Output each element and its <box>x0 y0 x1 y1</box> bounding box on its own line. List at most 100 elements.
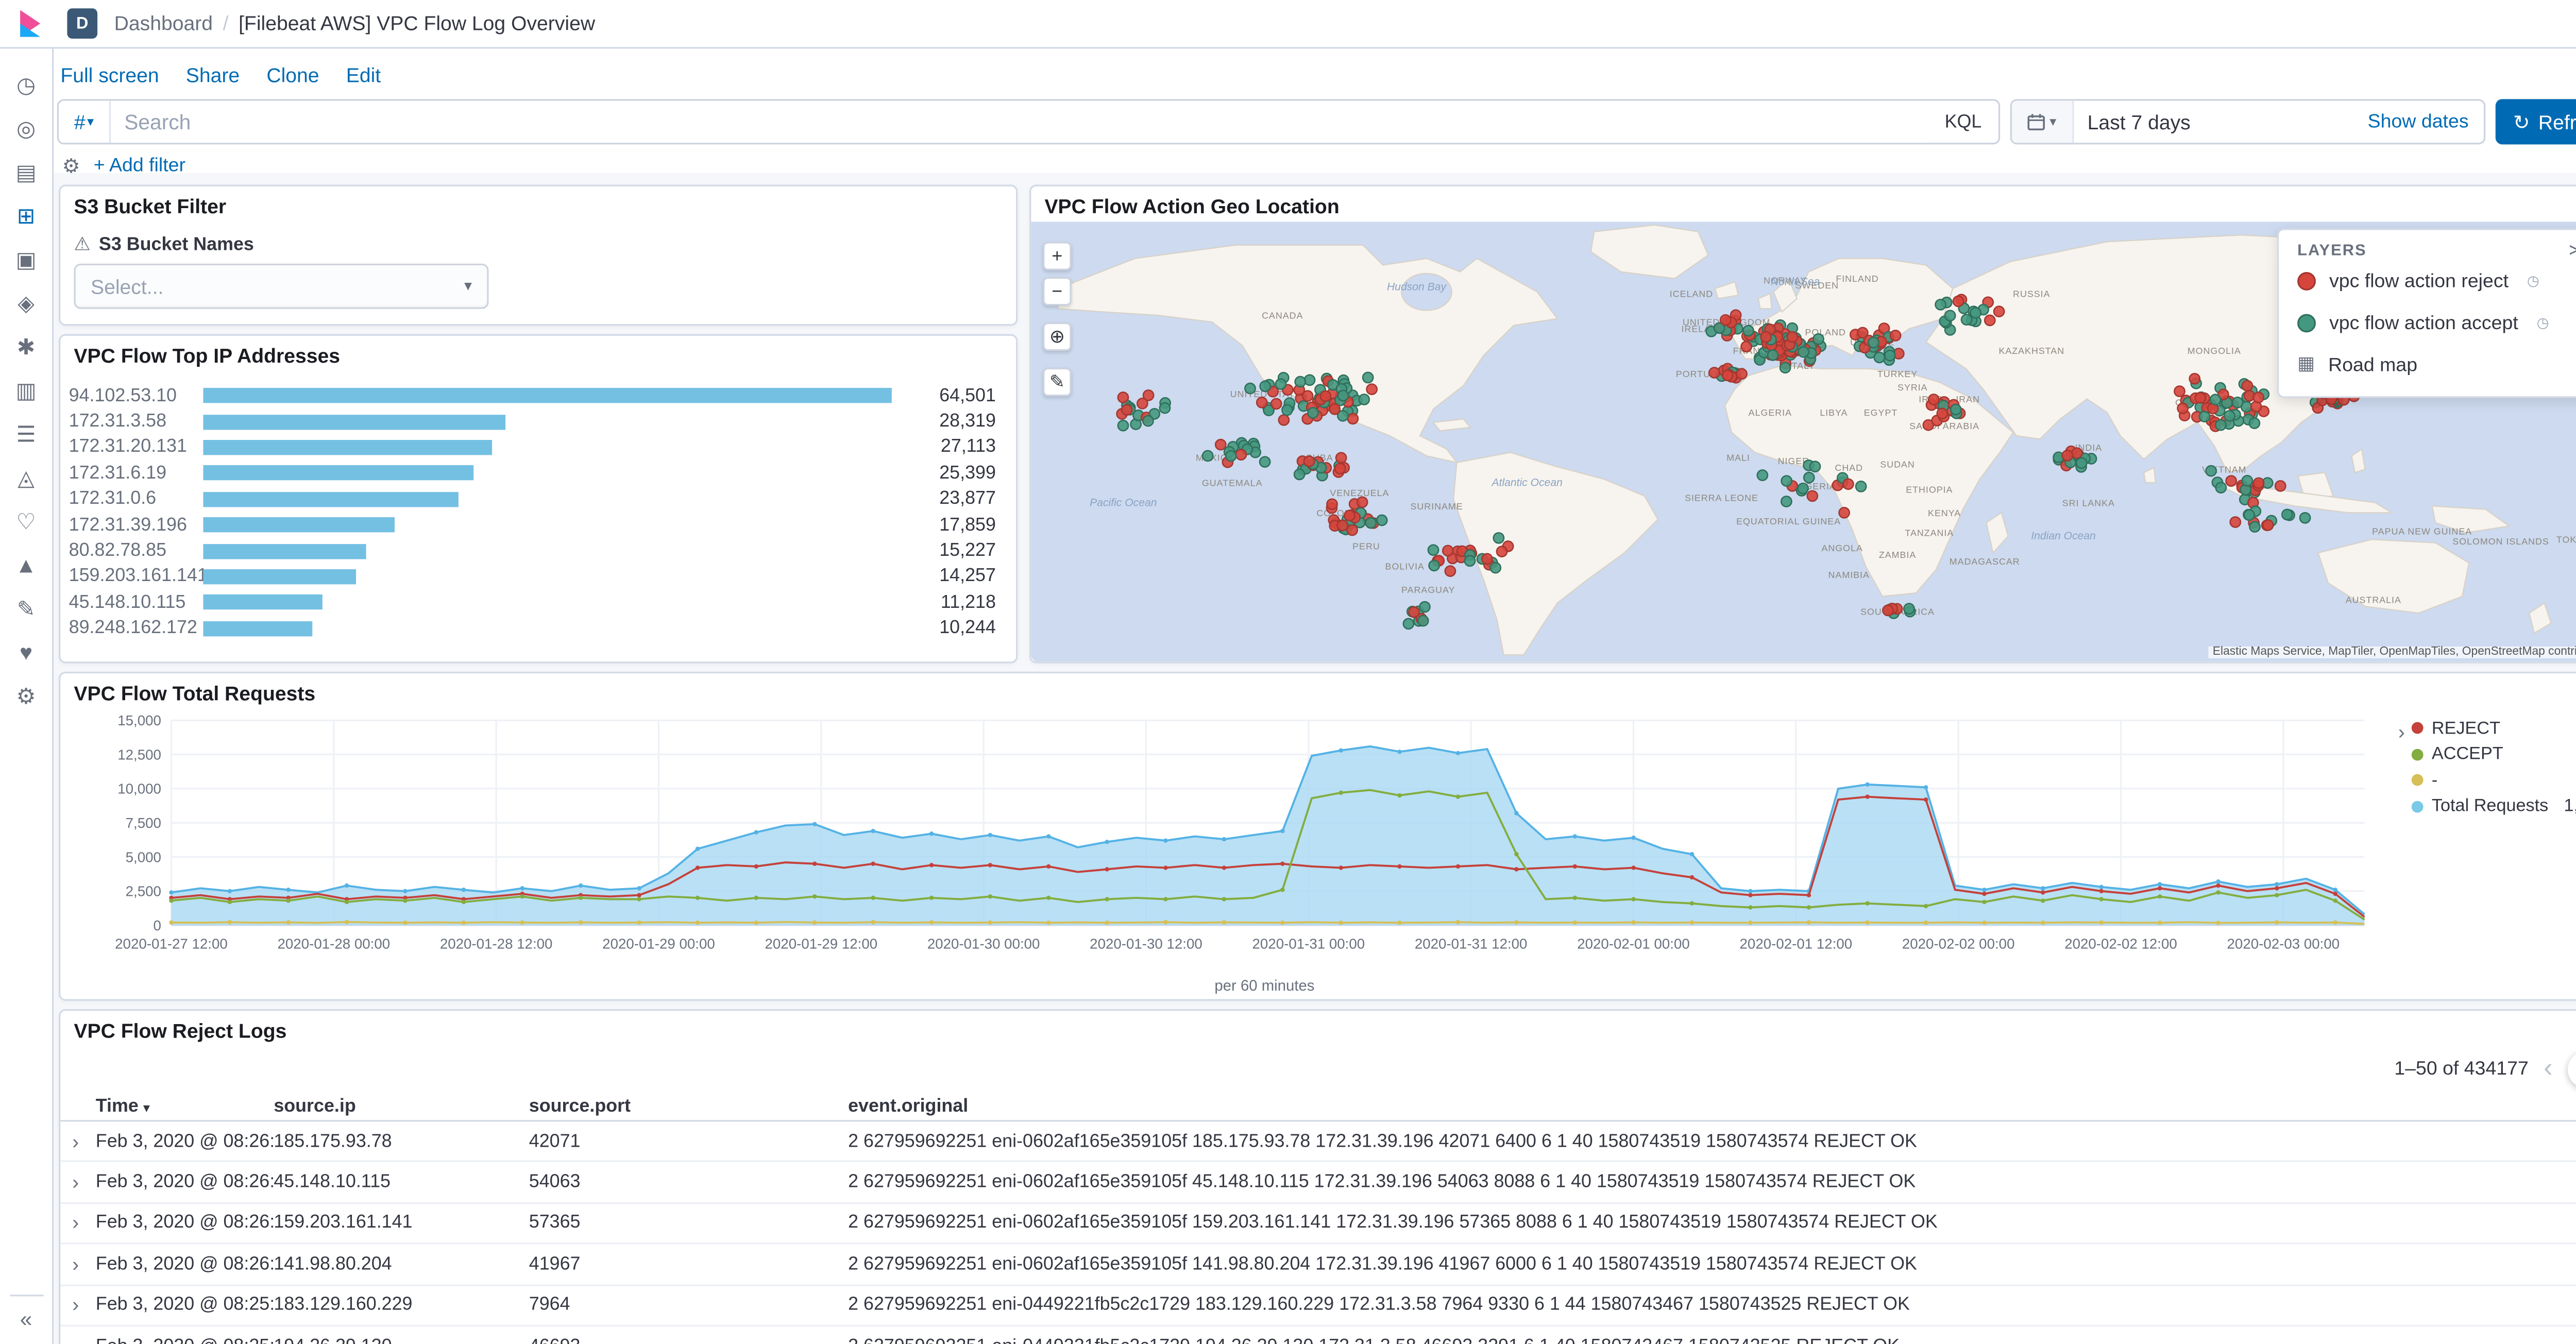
chevron-right-icon[interactable]: › <box>2567 1051 2576 1088</box>
expand-row-icon[interactable]: › <box>69 1170 96 1194</box>
top-ip-row[interactable]: 159.203.161.141 14,257 <box>60 564 1016 589</box>
panel-title: VPC Flow Reject Logs <box>74 1019 287 1043</box>
bar-track <box>203 569 891 585</box>
search-input[interactable] <box>111 100 1928 143</box>
timeseries-chart[interactable]: 2020-01-27 12:00 2020-01-28 00:00 2020-01-… <box>64 704 2421 969</box>
machine-learning-nav-icon[interactable]: ✱ <box>13 334 39 360</box>
column-header-source-ip[interactable]: source.ip <box>274 1096 529 1116</box>
table-row[interactable]: ›Feb 3, 2020 @ 08:26:14.000185.175.93.78… <box>60 1121 2576 1161</box>
expand-row-icon[interactable]: › <box>69 1334 96 1344</box>
top-ip-row[interactable]: 94.102.53.10 64,501 <box>60 383 1016 409</box>
chevron-left-icon[interactable]: ‹ <box>2544 1056 2552 1083</box>
legend-collapse-icon[interactable]: › <box>2398 720 2405 744</box>
table-row[interactable]: ›Feb 3, 2020 @ 08:26:14.000141.98.80.204… <box>60 1243 2576 1284</box>
canvas-nav-icon[interactable]: ▣ <box>13 247 39 272</box>
top-ip-row[interactable]: 172.31.3.58 28,319 <box>60 409 1016 434</box>
top-ip-row[interactable]: 172.31.6.19 25,399 <box>60 461 1016 486</box>
svg-text:ALGERIA: ALGERIA <box>1749 407 1792 418</box>
fit-to-bounds-button[interactable]: ⊕ <box>1043 322 1072 351</box>
world-map[interactable]: CANADAUNITED STATESMEXICOCUBAGUATEMALAVE… <box>1031 222 2576 662</box>
logs-nav-icon[interactable]: ☰ <box>13 421 39 447</box>
bar-value: 23,877 <box>939 489 996 509</box>
dashboard-nav-icon[interactable]: ⊞ <box>13 203 39 228</box>
top-ip-row[interactable]: 45.148.10.115 11,218 <box>60 590 1016 616</box>
show-dates-link[interactable]: Show dates <box>2368 112 2484 132</box>
discover-nav-icon[interactable]: ◎ <box>13 116 39 141</box>
legend-item[interactable]: Total Requests 1,226 <box>2411 793 2576 820</box>
refresh-button[interactable]: ↻ Refresh <box>2495 99 2576 145</box>
calendar-icon <box>2028 114 2046 131</box>
expand-row-icon[interactable]: › <box>69 1212 96 1235</box>
svg-text:7,500: 7,500 <box>126 815 161 831</box>
zoom-in-button[interactable]: + <box>1043 242 1072 270</box>
date-range-value[interactable]: Last 7 days <box>2074 110 2191 134</box>
visualize-nav-icon[interactable]: ▤ <box>13 160 39 185</box>
management-nav-icon[interactable]: ⚙ <box>13 684 39 709</box>
draw-filter-button[interactable]: ✎ <box>1043 367 1072 397</box>
layer-item[interactable]: ▦ Road map <box>2297 344 2576 386</box>
siem-nav-icon[interactable]: ▲ <box>13 552 39 577</box>
uptime-nav-icon[interactable]: ♡ <box>13 509 39 534</box>
share-link[interactable]: Share <box>186 64 240 88</box>
calendar-button[interactable]: ▾ <box>2012 100 2074 143</box>
legend-label: - <box>2431 770 2438 791</box>
expand-row-icon[interactable]: › <box>69 1130 96 1153</box>
column-header-event-original[interactable]: event.original <box>848 1096 2576 1116</box>
layer-item[interactable]: vpc flow action accept ◷ <box>2297 302 2576 344</box>
bar-value: 28,319 <box>939 411 996 432</box>
filter-set-button[interactable]: # ▾ <box>59 100 111 143</box>
column-header-source-port[interactable]: source.port <box>529 1096 848 1116</box>
s3-bucket-select[interactable]: Select... ▾ <box>74 263 489 309</box>
date-picker[interactable]: ▾ Last 7 days Show dates <box>2010 99 2486 145</box>
svg-text:KENYA: KENYA <box>1928 508 1961 518</box>
apm-nav-icon[interactable]: ◬ <box>13 465 39 490</box>
bar-track <box>203 439 891 455</box>
expand-row-icon[interactable]: › <box>69 1252 96 1276</box>
svg-text:15,000: 15,000 <box>117 712 161 728</box>
expand-row-icon[interactable]: › <box>69 1294 96 1317</box>
bar-track <box>203 594 891 610</box>
breadcrumb-dashboard[interactable]: Dashboard <box>114 12 213 36</box>
table-row[interactable]: ›Feb 3, 2020 @ 08:25:25.000194.26.29.130… <box>60 1324 2576 1344</box>
stack-monitoring-nav-icon[interactable]: ♥ <box>13 640 39 665</box>
legend-item[interactable]: -110 <box>2411 768 2576 794</box>
top-ip-row[interactable]: 172.31.39.196 17,859 <box>60 512 1016 538</box>
dashboard-badge: D <box>67 8 98 39</box>
top-header: D Dashboard / [Filebeat AWS] VPC Flow Lo… <box>0 0 2576 49</box>
table-row[interactable]: ›Feb 3, 2020 @ 08:25:25.000183.129.160.2… <box>60 1284 2576 1325</box>
top-ip-row[interactable]: 172.31.0.6 23,877 <box>60 486 1016 512</box>
top-ip-row[interactable]: 89.248.162.172 10,244 <box>60 616 1016 641</box>
dev-tools-nav-icon[interactable]: ✎ <box>13 596 39 621</box>
legend-item[interactable]: ACCEPT253 <box>2411 741 2576 768</box>
top-ip-row[interactable]: 172.31.20.131 27,113 <box>60 435 1016 461</box>
kql-toggle[interactable]: KQL <box>1928 112 1998 132</box>
cell-source-ip: 141.98.80.204 <box>274 1254 392 1274</box>
svg-text:PARAGUAY: PARAGUAY <box>1401 585 1455 595</box>
svg-text:2020-01-28 12:00: 2020-01-28 12:00 <box>440 936 553 952</box>
full-screen-link[interactable]: Full screen <box>60 64 159 88</box>
metrics-nav-icon[interactable]: ▥ <box>13 378 39 403</box>
layer-item[interactable]: vpc flow action reject ◷ <box>2297 260 2576 302</box>
svg-text:LIBYA: LIBYA <box>1820 407 1848 418</box>
table-row[interactable]: ›Feb 3, 2020 @ 08:26:14.000159.203.161.1… <box>60 1202 2576 1243</box>
recently-viewed-nav-icon[interactable]: ◷ <box>13 72 39 97</box>
cell-source-ip: 194.26.29.130 <box>274 1336 529 1344</box>
column-header-Time[interactable]: Time ▾ <box>96 1096 274 1116</box>
legend-item[interactable]: REJECT863 <box>2411 716 2576 742</box>
edit-link[interactable]: Edit <box>346 64 381 88</box>
zoom-out-button[interactable]: − <box>1043 277 1072 306</box>
kibana-logo[interactable] <box>17 10 44 37</box>
top-ip-row[interactable]: 80.82.78.85 15,227 <box>60 538 1016 564</box>
collapse-layers-icon[interactable]: ≫ <box>2569 242 2576 260</box>
search-bar: # ▾ KQL <box>57 99 2001 145</box>
collapse-nav-icon[interactable]: « <box>13 1305 39 1331</box>
cell-time: Feb 3, 2020 @ 08:26:14.000 <box>95 1131 274 1152</box>
maps-nav-icon[interactable]: ◈ <box>13 291 39 316</box>
svg-text:CANADA: CANADA <box>1262 311 1303 321</box>
kibana-app: { "header": { "breadcrumb_root": "Dashbo… <box>0 0 2576 1344</box>
svg-text:POLAND: POLAND <box>1805 327 1846 337</box>
bar <box>203 517 394 533</box>
cell-source-ip: 185.175.93.78 <box>274 1131 392 1152</box>
clone-link[interactable]: Clone <box>266 64 319 88</box>
table-row[interactable]: ›Feb 3, 2020 @ 08:26:14.00045.148.10.115… <box>60 1161 2576 1202</box>
